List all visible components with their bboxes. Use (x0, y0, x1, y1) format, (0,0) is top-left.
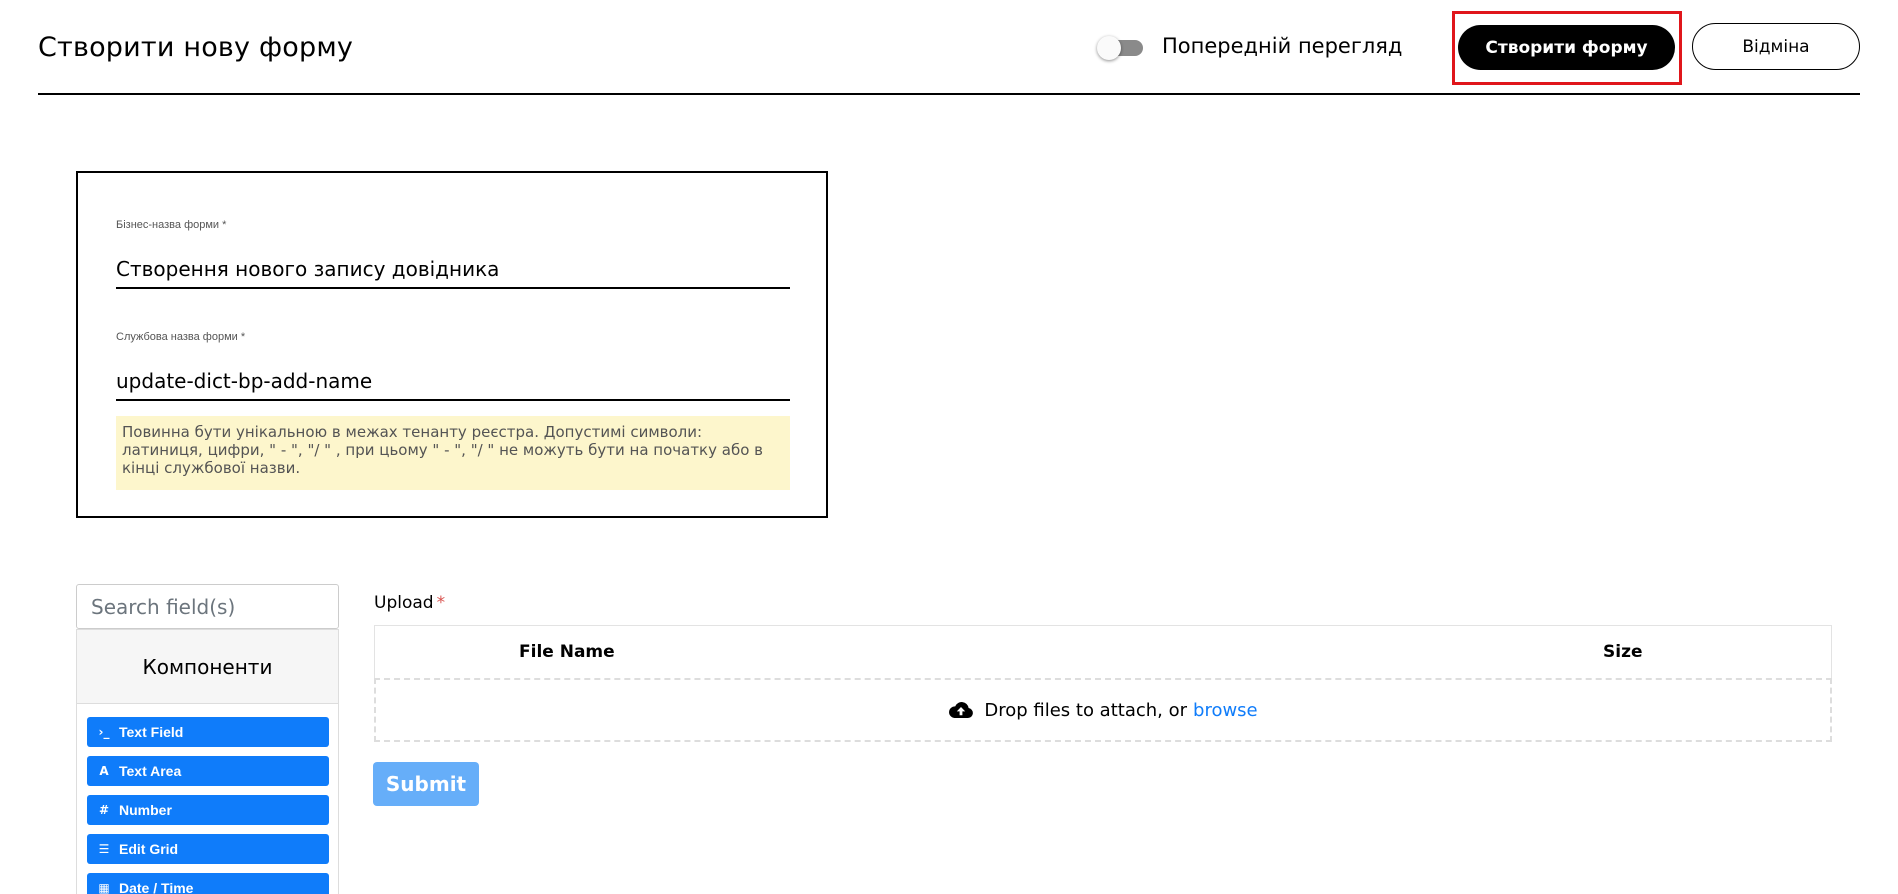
file-name-column: File Name (519, 642, 615, 662)
component-label: Date / Time (119, 880, 194, 894)
preview-toggle[interactable] (1097, 36, 1143, 60)
list-icon: ☰ (98, 842, 110, 856)
preview-label: Попередній перегляд (1162, 34, 1403, 58)
browse-link[interactable]: browse (1193, 700, 1258, 721)
component-label: Edit Grid (119, 841, 179, 857)
form-settings-box: Бізнес-назва форми * Створення нового за… (76, 171, 828, 518)
service-name-hint: Повинна бути унікальною в межах тенанту … (116, 416, 790, 490)
component-label: Text Field (119, 724, 184, 740)
component-number[interactable]: # Number (87, 795, 329, 825)
terminal-icon: ›_ (98, 725, 110, 739)
page-title: Створити нову форму (38, 32, 354, 63)
cloud-upload-icon (949, 702, 974, 718)
submit-button[interactable]: Submit (373, 762, 479, 806)
upload-label: Upload * (374, 593, 445, 613)
toggle-knob (1097, 36, 1121, 60)
components-panel: Компоненти ›_ Text Field A Text Area # N… (76, 629, 339, 894)
component-date-time[interactable]: ▦ Date / Time (87, 873, 329, 894)
search-fields-input[interactable]: Search field(s) (76, 584, 339, 629)
required-mark: * (436, 593, 446, 613)
component-label: Number (119, 802, 172, 818)
upload-label-text: Upload (374, 593, 434, 613)
cancel-button[interactable]: Відміна (1692, 23, 1860, 70)
create-form-button[interactable]: Створити форму (1458, 25, 1675, 70)
business-name-input[interactable]: Створення нового запису довідника (116, 257, 790, 289)
component-label: Text Area (119, 763, 182, 779)
calendar-icon: ▦ (98, 881, 110, 894)
components-title[interactable]: Компоненти (77, 630, 338, 704)
file-dropzone[interactable]: Drop files to attach, or browse (374, 678, 1832, 742)
size-column: Size (1603, 642, 1643, 662)
font-icon: A (99, 764, 109, 778)
hash-icon: # (98, 803, 110, 817)
component-text-area[interactable]: A Text Area (87, 756, 329, 786)
business-name-label: Бізнес-назва форми * (116, 219, 227, 231)
component-text-field[interactable]: ›_ Text Field (87, 717, 329, 747)
drop-text: Drop files to attach, or (984, 699, 1188, 721)
file-table-header: File Name Size (374, 625, 1832, 678)
service-name-label: Службова назва форми * (116, 331, 246, 343)
service-name-input[interactable]: update-dict-bp-add-name (116, 369, 790, 401)
component-edit-grid[interactable]: ☰ Edit Grid (87, 834, 329, 864)
